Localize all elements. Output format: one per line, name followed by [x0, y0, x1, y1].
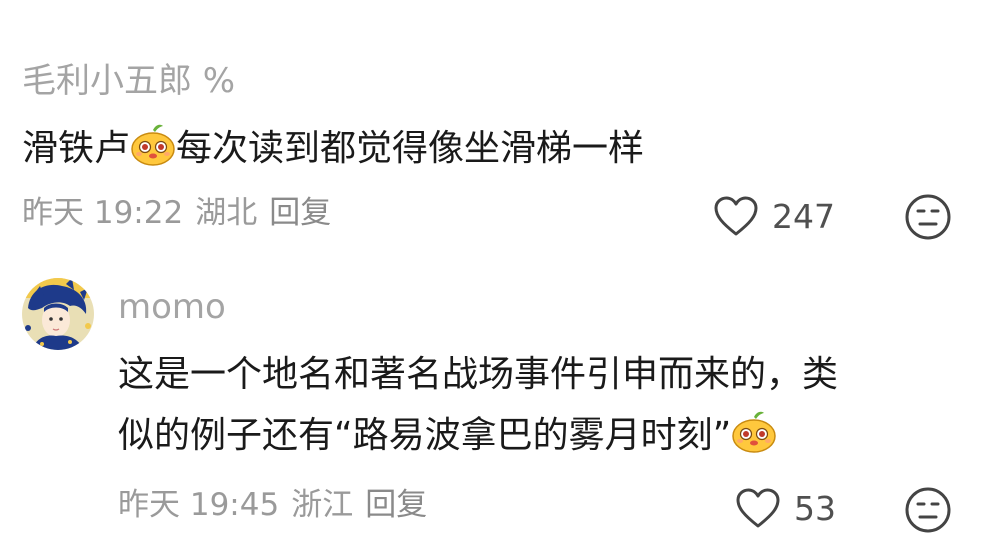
- comment-meta: 昨天 19:22 湖北 回复: [22, 198, 343, 229]
- neutral-face-icon[interactable]: [904, 486, 952, 534]
- heart-outline-icon: [714, 196, 758, 236]
- comment-time: 昨天 19:22: [22, 195, 184, 231]
- comment-text-part: 每次读到都觉得像坐滑梯一样: [176, 128, 645, 169]
- comment-text-line: 似的例子还有“路易波拿巴的雾月时刻”: [118, 405, 988, 466]
- like-button[interactable]: 247: [712, 194, 835, 238]
- neutral-face-icon[interactable]: [904, 193, 952, 241]
- comment-meta: 昨天 19:45 浙江 回复: [118, 490, 439, 521]
- comment-location: 湖北: [195, 195, 258, 231]
- comment-text: 这是一个地名和著名战场事件引申而来的，类 似的例子还有“路易波拿巴的雾月时刻”: [118, 344, 988, 466]
- heart-outline-icon: [736, 488, 780, 528]
- comment-location: 浙江: [291, 487, 354, 523]
- reply-button[interactable]: 回复: [365, 487, 427, 523]
- avatar[interactable]: [22, 278, 94, 350]
- comment-username[interactable]: momo: [118, 290, 226, 324]
- reply-button[interactable]: 回复: [269, 195, 331, 231]
- mango-face-emoji: [732, 411, 777, 453]
- comment-text: 滑铁卢 每次读到都觉得像坐滑梯一样: [22, 118, 644, 179]
- comment-text-line: 这是一个地名和著名战场事件引申而来的，类: [118, 354, 839, 395]
- mango-face-emoji: [131, 124, 175, 166]
- comment-text-part: 似的例子还有“路易波拿巴的雾月时刻”: [118, 415, 732, 456]
- like-count: 247: [772, 196, 835, 236]
- comment-username[interactable]: 毛利小五郎 %: [22, 64, 235, 98]
- comment-time: 昨天 19:45: [118, 487, 280, 523]
- like-count: 53: [794, 488, 836, 528]
- comment-text-part: 滑铁卢: [22, 128, 131, 169]
- like-button[interactable]: 53: [734, 486, 836, 530]
